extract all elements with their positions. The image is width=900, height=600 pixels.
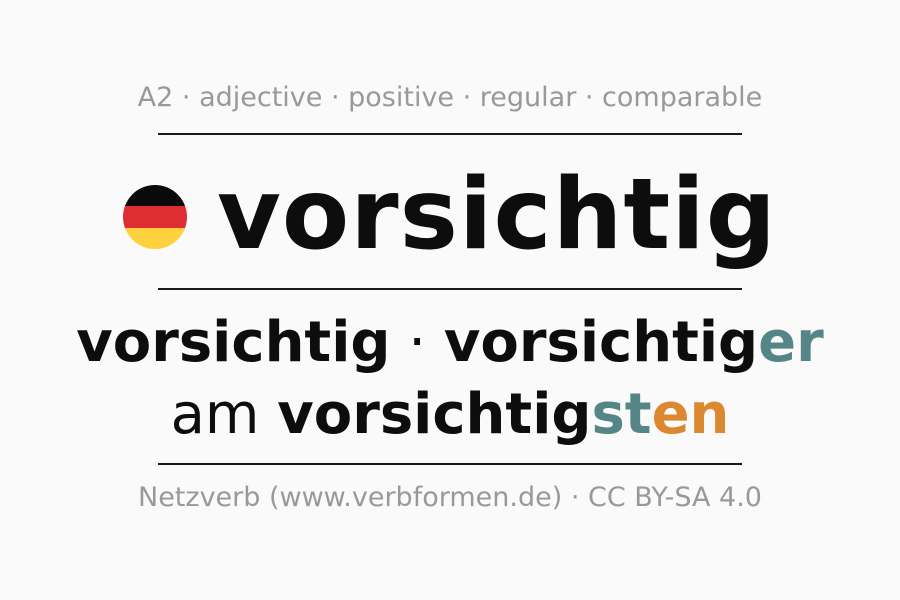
germany-flag-icon	[123, 185, 188, 249]
form-separator: ·	[390, 310, 444, 375]
headword-title: vorsichtig	[217, 158, 777, 272]
superlative-ending-en: en	[651, 382, 730, 447]
flag-stripe-black	[123, 185, 188, 207]
superlative-stem: vorsichtig	[277, 382, 592, 447]
divider-middle	[158, 288, 742, 290]
attribution-footer: Netzverb (www.verbformen.de) · CC BY-SA …	[138, 482, 762, 513]
forms-line-superlative: am vorsichtigsten	[0, 382, 900, 448]
forms-line-positive-comparative: vorsichtig · vorsichtiger	[0, 310, 900, 376]
superlative-ending-st: st	[591, 382, 652, 447]
divider-bottom	[158, 463, 742, 465]
superlative-prefix: am	[170, 382, 278, 447]
flag-stripe-gold	[123, 227, 188, 249]
headword-row: vorsichtig	[0, 160, 900, 270]
positive-form: vorsichtig	[76, 310, 391, 375]
divider-top	[158, 133, 742, 135]
grammar-meta-line: A2 · adjective · positive · regular · co…	[137, 82, 763, 113]
comparative-ending: er	[758, 310, 824, 375]
flag-stripe-red	[123, 206, 188, 228]
comparative-stem: vorsichtig	[443, 310, 759, 375]
